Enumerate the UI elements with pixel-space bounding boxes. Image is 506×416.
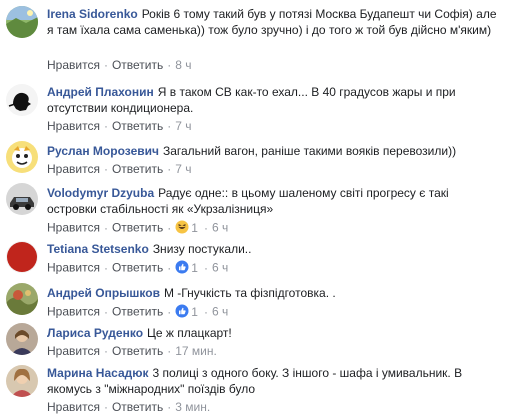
separator: · bbox=[167, 304, 172, 319]
separator: · bbox=[103, 400, 108, 414]
comment-time[interactable]: 7 ч bbox=[175, 119, 191, 133]
comment-time[interactable]: 6 ч bbox=[212, 221, 228, 235]
reaction-count[interactable]: 1 bbox=[191, 221, 198, 235]
comment-time[interactable]: 6 ч bbox=[212, 305, 228, 319]
person-avatar[interactable] bbox=[6, 365, 38, 397]
like-button[interactable]: Нравится bbox=[47, 261, 100, 275]
comment-time[interactable]: 6 ч bbox=[212, 261, 228, 275]
comment-author[interactable]: Андрей Опрышков bbox=[47, 286, 160, 300]
like-button[interactable]: Нравится bbox=[47, 119, 100, 133]
like-button[interactable]: Нравится bbox=[47, 305, 100, 319]
comment-author[interactable]: Руслан Морозевич bbox=[47, 144, 159, 158]
reply-button[interactable]: Ответить bbox=[112, 221, 163, 235]
separator: · bbox=[203, 220, 208, 235]
reply-button[interactable]: Ответить bbox=[112, 162, 163, 176]
separator: · bbox=[167, 119, 172, 133]
comment-author[interactable]: Tetiana Stetsenko bbox=[47, 242, 149, 256]
comment-author[interactable]: Irena Sidorenko bbox=[47, 7, 138, 21]
separator: · bbox=[167, 400, 172, 414]
separator: · bbox=[167, 58, 172, 72]
like-button[interactable]: Нравится bbox=[47, 344, 100, 358]
separator: · bbox=[103, 162, 108, 176]
comment-text: Знизу постукали.. bbox=[152, 242, 252, 256]
separator: · bbox=[203, 260, 208, 275]
like-button[interactable]: Нравится bbox=[47, 58, 100, 72]
like-button[interactable]: Нравится bbox=[47, 162, 100, 176]
separator: · bbox=[167, 260, 172, 275]
silhouette-avatar[interactable] bbox=[6, 84, 38, 116]
reply-button[interactable]: Ответить bbox=[112, 344, 163, 358]
separator: · bbox=[103, 220, 108, 235]
comment-author[interactable]: Андрей Плахонин bbox=[47, 85, 154, 99]
reply-button[interactable]: Ответить bbox=[112, 400, 163, 414]
separator: · bbox=[103, 119, 108, 133]
comment-author[interactable]: Лариса Руденко bbox=[47, 326, 143, 340]
separator: · bbox=[167, 162, 172, 176]
comment-text: Загальний вагон, раніше такими вояків пе… bbox=[162, 144, 457, 158]
nature-avatar[interactable] bbox=[6, 283, 38, 315]
like-reaction-icon[interactable] bbox=[175, 260, 189, 277]
reply-button[interactable]: Ответить bbox=[112, 261, 163, 275]
separator: · bbox=[103, 260, 108, 275]
person-avatar[interactable] bbox=[6, 323, 38, 355]
comment-text: М -Гнучкість та фізпідготовка. . bbox=[163, 286, 336, 300]
separator: · bbox=[103, 304, 108, 319]
like-reaction-icon[interactable] bbox=[175, 304, 189, 321]
comment-time[interactable]: 7 ч bbox=[175, 162, 191, 176]
separator: · bbox=[103, 344, 108, 358]
reply-button[interactable]: Ответить bbox=[112, 305, 163, 319]
like-button[interactable]: Нравится bbox=[47, 400, 100, 414]
separator: · bbox=[203, 304, 208, 319]
reply-button[interactable]: Ответить bbox=[112, 58, 163, 72]
comment-text: Це ж плацкарт! bbox=[147, 326, 232, 340]
reply-button[interactable]: Ответить bbox=[112, 119, 163, 133]
separator: · bbox=[103, 58, 108, 72]
landscape-avatar[interactable] bbox=[6, 6, 38, 38]
separator: · bbox=[167, 344, 172, 358]
red-circle-avatar[interactable] bbox=[6, 241, 38, 273]
reaction-count[interactable]: 1 bbox=[191, 261, 198, 275]
separator: · bbox=[167, 220, 172, 235]
comment-time[interactable]: 17 мин. bbox=[175, 344, 217, 358]
comment-time[interactable]: 8 ч bbox=[175, 58, 191, 72]
comment-author[interactable]: Марина Насадюк bbox=[47, 366, 148, 380]
comment-author[interactable]: Volodymyr Dzyuba bbox=[47, 186, 154, 200]
car-avatar[interactable] bbox=[6, 183, 38, 215]
haha-reaction-icon[interactable] bbox=[175, 220, 189, 237]
reaction-count[interactable]: 1 bbox=[191, 305, 198, 319]
comment-time[interactable]: 3 мин. bbox=[175, 400, 210, 414]
like-button[interactable]: Нравится bbox=[47, 221, 100, 235]
cartoon-avatar[interactable] bbox=[6, 141, 38, 173]
